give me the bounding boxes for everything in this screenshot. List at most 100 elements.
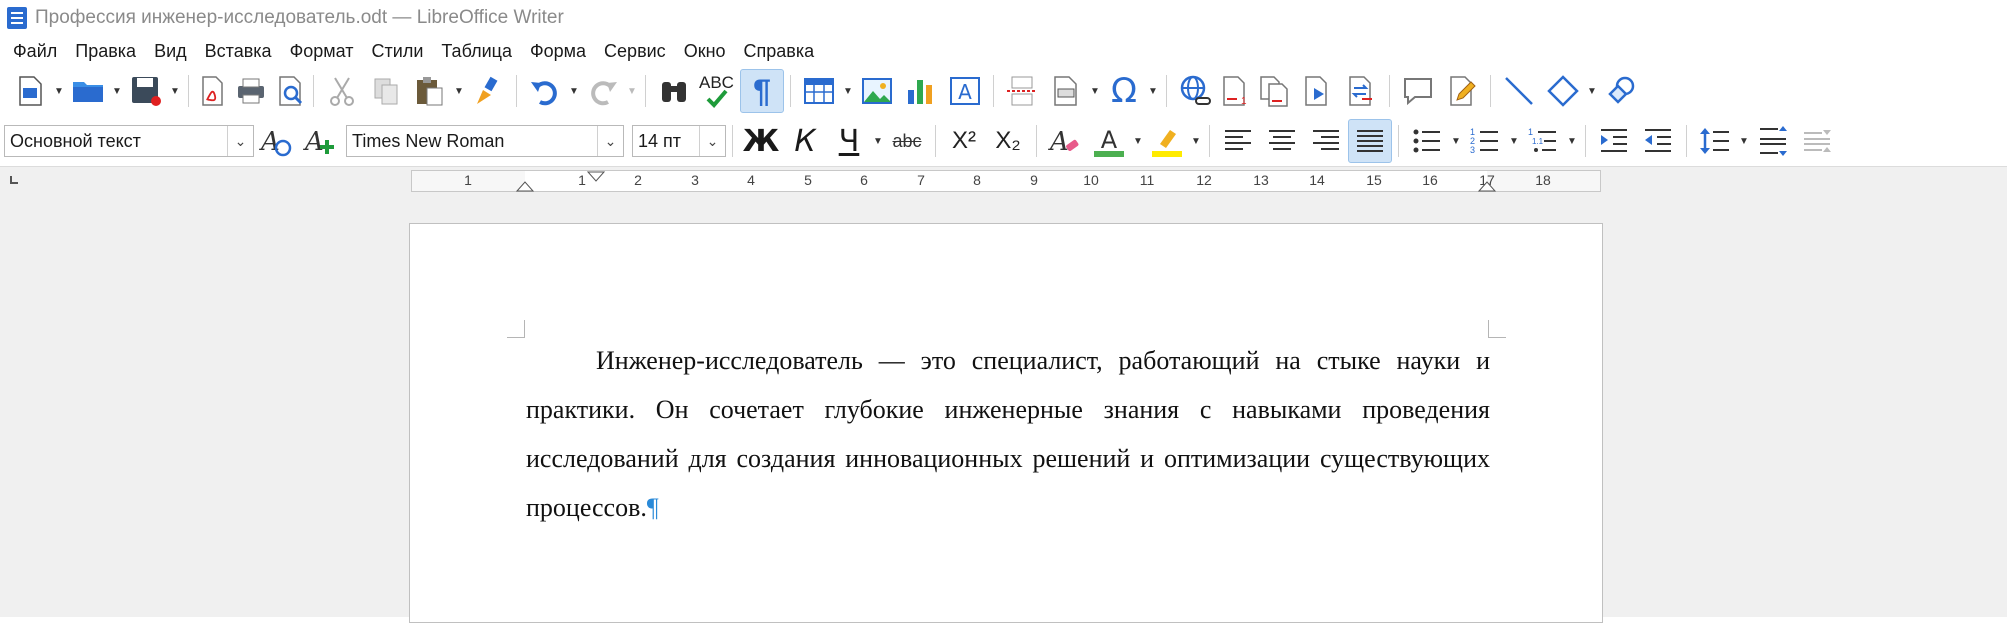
print-button[interactable]: [229, 69, 273, 113]
basic-shapes-button[interactable]: [1541, 69, 1585, 113]
redo-dropdown[interactable]: ▼: [625, 69, 639, 113]
insert-page-break-button[interactable]: [1000, 69, 1044, 113]
chevron-down-icon[interactable]: ⌄: [597, 126, 623, 156]
new-style-button[interactable]: A: [298, 119, 342, 163]
spellcheck-button[interactable]: ABC: [696, 69, 740, 113]
insert-cross-reference-button[interactable]: [1339, 69, 1383, 113]
draw-functions-button[interactable]: [1599, 69, 1643, 113]
special-character-dropdown[interactable]: ▼: [1146, 69, 1160, 113]
insert-table-button[interactable]: [797, 69, 841, 113]
paragraph-spacing-button[interactable]: [1751, 119, 1795, 163]
insert-special-character-button[interactable]: Ω: [1102, 69, 1146, 113]
left-indent-marker-icon[interactable]: [516, 181, 534, 192]
underline-button[interactable]: Ч: [827, 119, 871, 163]
chevron-down-icon[interactable]: ⌄: [699, 126, 725, 156]
paragraph-text: Инженер-исследователь — это специалист, …: [526, 346, 1490, 522]
new-document-button[interactable]: [8, 69, 52, 113]
find-replace-button[interactable]: [652, 69, 696, 113]
menu-edit[interactable]: Правка: [66, 37, 145, 65]
bold-button[interactable]: Ж: [739, 119, 783, 163]
menu-help[interactable]: Справка: [735, 37, 824, 65]
right-indent-marker-icon[interactable]: [1478, 181, 1496, 192]
insert-table-dropdown[interactable]: ▼: [841, 69, 855, 113]
insert-field-dropdown[interactable]: ▼: [1088, 69, 1102, 113]
justify-icon: [1357, 130, 1383, 152]
insert-image-button[interactable]: [855, 69, 899, 113]
menu-tools[interactable]: Сервис: [595, 37, 675, 65]
menu-insert[interactable]: Вставка: [196, 37, 281, 65]
outline-list-button[interactable]: 1 1.1: [1521, 119, 1565, 163]
insert-hyperlink-button[interactable]: [1173, 69, 1217, 113]
menu-format[interactable]: Формат: [281, 37, 363, 65]
chevron-down-icon[interactable]: ⌄: [227, 126, 253, 156]
italic-button[interactable]: К: [783, 119, 827, 163]
redo-button[interactable]: [581, 69, 625, 113]
track-changes-button[interactable]: [1440, 69, 1484, 113]
open-button[interactable]: [66, 69, 110, 113]
bullet-list-dropdown[interactable]: ▼: [1449, 119, 1463, 163]
undo-button[interactable]: [523, 69, 567, 113]
formatting-marks-button[interactable]: ¶: [740, 69, 784, 113]
strikethrough-button[interactable]: abc: [885, 119, 929, 163]
update-style-button[interactable]: A: [254, 119, 298, 163]
export-pdf-button[interactable]: [195, 69, 229, 113]
insert-footnote-button[interactable]: 1: [1217, 69, 1251, 113]
save-dropdown[interactable]: ▼: [168, 69, 182, 113]
insert-field-button[interactable]: [1044, 69, 1088, 113]
paste-dropdown[interactable]: ▼: [452, 69, 466, 113]
line-spacing-button[interactable]: [1693, 119, 1737, 163]
font-color-dropdown[interactable]: ▼: [1131, 119, 1145, 163]
insert-endnote-button[interactable]: [1251, 69, 1295, 113]
font-name-combo[interactable]: Times New Roman ⌄: [346, 125, 624, 157]
menu-window[interactable]: Окно: [675, 37, 735, 65]
highlight-button[interactable]: [1145, 119, 1189, 163]
menu-form[interactable]: Форма: [521, 37, 595, 65]
insert-comment-button[interactable]: [1396, 69, 1440, 113]
menu-file[interactable]: Файл: [4, 37, 66, 65]
copy-button[interactable]: [364, 69, 408, 113]
insert-bookmark-button[interactable]: [1295, 69, 1339, 113]
diamond-shape-icon: [1547, 75, 1579, 107]
align-left-button[interactable]: [1216, 119, 1260, 163]
bullet-list-button[interactable]: [1405, 119, 1449, 163]
highlight-dropdown[interactable]: ▼: [1189, 119, 1203, 163]
insert-line-button[interactable]: [1497, 69, 1541, 113]
line-spacing-dropdown[interactable]: ▼: [1737, 119, 1751, 163]
subscript-button[interactable]: X₂: [986, 119, 1030, 163]
increase-indent-button[interactable]: [1592, 119, 1636, 163]
formatting-toolbar: Основной текст ⌄ A A Times New Roman ⌄ 1…: [0, 116, 2007, 166]
insert-chart-button[interactable]: [899, 69, 943, 113]
decrease-indent-button[interactable]: [1636, 119, 1680, 163]
font-color-button[interactable]: A: [1087, 119, 1131, 163]
insert-textbox-button[interactable]: A: [943, 69, 987, 113]
superscript-button[interactable]: X²: [942, 119, 986, 163]
open-dropdown[interactable]: ▼: [110, 69, 124, 113]
menu-table[interactable]: Таблица: [432, 37, 521, 65]
document-paragraph[interactable]: Инженер-исследователь — это специалист, …: [526, 336, 1490, 532]
clone-formatting-button[interactable]: [466, 69, 510, 113]
font-size-combo[interactable]: 14 пт ⌄: [632, 125, 726, 157]
outline-list-dropdown[interactable]: ▼: [1565, 119, 1579, 163]
justify-button[interactable]: [1348, 119, 1392, 163]
document-page[interactable]: Инженер-исследователь — это специалист, …: [409, 223, 1603, 623]
save-button[interactable]: [124, 69, 168, 113]
paragraph-style-combo[interactable]: Основной текст ⌄: [4, 125, 254, 157]
align-right-button[interactable]: [1304, 119, 1348, 163]
decrease-paragraph-spacing-button[interactable]: [1795, 119, 1839, 163]
new-document-dropdown[interactable]: ▼: [52, 69, 66, 113]
align-center-button[interactable]: [1260, 119, 1304, 163]
horizontal-ruler[interactable]: 1 1 2 3 4 5 6 7 8 9 10 11 12 13 14 15 16…: [411, 170, 1601, 192]
underline-dropdown[interactable]: ▼: [871, 119, 885, 163]
undo-dropdown[interactable]: ▼: [567, 69, 581, 113]
menu-view[interactable]: Вид: [145, 37, 196, 65]
basic-shapes-dropdown[interactable]: ▼: [1585, 69, 1599, 113]
numbered-list-dropdown[interactable]: ▼: [1507, 119, 1521, 163]
print-preview-button[interactable]: [273, 69, 307, 113]
first-line-indent-marker-icon[interactable]: [587, 171, 605, 182]
menu-styles[interactable]: Стили: [363, 37, 433, 65]
clear-formatting-button[interactable]: A: [1043, 119, 1087, 163]
numbered-list-button[interactable]: 123: [1463, 119, 1507, 163]
cut-button[interactable]: [320, 69, 364, 113]
paste-button[interactable]: [408, 69, 452, 113]
tab-stop-selector[interactable]: [10, 176, 18, 184]
